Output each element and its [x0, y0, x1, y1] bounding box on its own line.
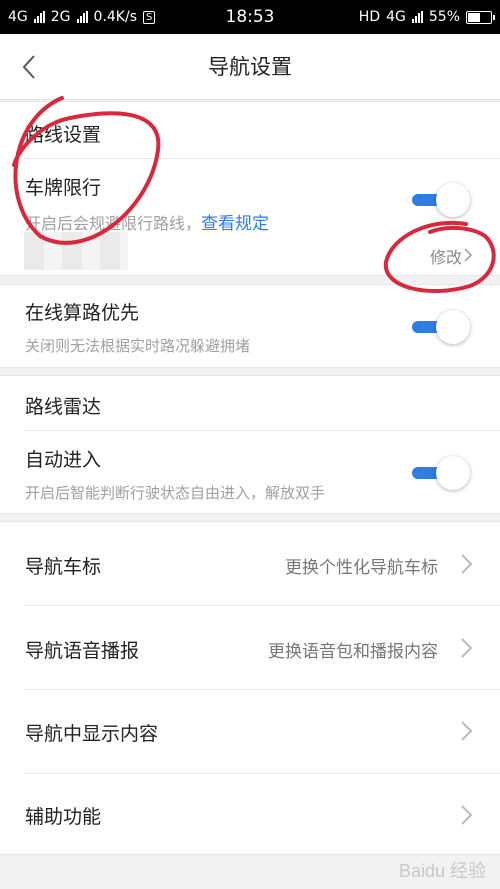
chevron-right-icon — [461, 554, 473, 574]
menu-item-nav-car-icon[interactable]: 导航车标 更换个性化导航车标 — [0, 522, 500, 605]
toggle-knob — [436, 183, 470, 217]
blurred-plate-number — [24, 232, 128, 270]
menu-item-assist-functions[interactable]: 辅助功能 — [0, 774, 500, 856]
menu-item-voice-broadcast[interactable]: 导航语音播报 更换语音包和播报内容 — [0, 606, 500, 689]
navigation-menu-section: 导航车标 更换个性化导航车标 导航语音播报 更换语音包和播报内容 导航中显示内容… — [0, 521, 500, 855]
menu-item-display-content[interactable]: 导航中显示内容 — [0, 690, 500, 773]
menu-item-value: 更换语音包和播报内容 — [268, 642, 438, 662]
menu-item-title: 导航中显示内容 — [25, 723, 159, 745]
plate-limit-subtitle: 开启后会规避限行路线，查看规定 — [25, 209, 269, 234]
plate-limit-toggle[interactable] — [412, 183, 470, 217]
plate-limit-desc: 开启后会规避限行路线， — [25, 214, 202, 233]
section-title-route-settings: 路线设置 — [25, 124, 102, 146]
navigation-bar: 导航设置 — [0, 34, 500, 100]
s-badge-icon: S — [143, 10, 156, 24]
view-rules-link[interactable]: 查看规定 — [201, 214, 269, 234]
network-label-1: 4G — [8, 9, 28, 25]
online-calc-toggle[interactable] — [412, 310, 470, 344]
hd-label: HD — [358, 9, 381, 25]
toggle-knob — [436, 310, 470, 344]
battery-percent: 55% — [428, 9, 460, 25]
route-radar-section: 路线雷达 自动进入 开启后智能判断行驶状态自由进入，解放双手 — [0, 375, 500, 514]
page-title: 导航设置 — [208, 55, 292, 79]
chevron-right-icon — [461, 805, 473, 825]
signal-icon-right — [411, 11, 423, 23]
menu-item-title: 导航车标 — [25, 556, 102, 578]
signal-icon-2 — [76, 11, 88, 23]
battery-fill — [468, 12, 480, 22]
section-title-route-radar: 路线雷达 — [25, 396, 102, 418]
auto-enter-row[interactable]: 自动进入 开启后智能判断行驶状态自由进入，解放双手 — [0, 431, 500, 515]
auto-enter-subtitle: 开启后智能判断行驶状态自由进入，解放双手 — [25, 484, 326, 502]
menu-item-title: 辅助功能 — [25, 806, 102, 828]
status-bar: 4G 2G 0.4K/s S 18:53 HD 4G 55% — [0, 0, 500, 34]
chevron-right-icon — [461, 638, 473, 658]
chevron-right-icon — [461, 721, 473, 741]
toggle-knob — [436, 456, 470, 490]
auto-enter-toggle[interactable] — [412, 456, 470, 490]
online-calc-subtitle: 关闭则无法根据实时路况躲避拥堵 — [25, 337, 251, 355]
modify-plate-button[interactable]: 修改 — [430, 244, 462, 268]
menu-item-title: 导航语音播报 — [25, 640, 140, 662]
battery-icon — [466, 10, 495, 24]
plate-limit-title: 车牌限行 — [25, 177, 102, 199]
network-label-2: 2G — [50, 9, 71, 25]
online-calc-section[interactable]: 在线算路优先 关闭则无法根据实时路况躲避拥堵 — [0, 284, 500, 368]
signal-icon — [33, 11, 45, 23]
chevron-right-icon — [464, 248, 472, 262]
network-label-right: 4G — [386, 9, 406, 25]
auto-enter-title: 自动进入 — [25, 449, 102, 471]
network-speed: 0.4K/s — [93, 9, 137, 25]
menu-item-value: 更换个性化导航车标 — [285, 558, 438, 578]
watermark-text: Baidu 经验 — [398, 861, 486, 881]
online-calc-title: 在线算路优先 — [25, 302, 140, 324]
